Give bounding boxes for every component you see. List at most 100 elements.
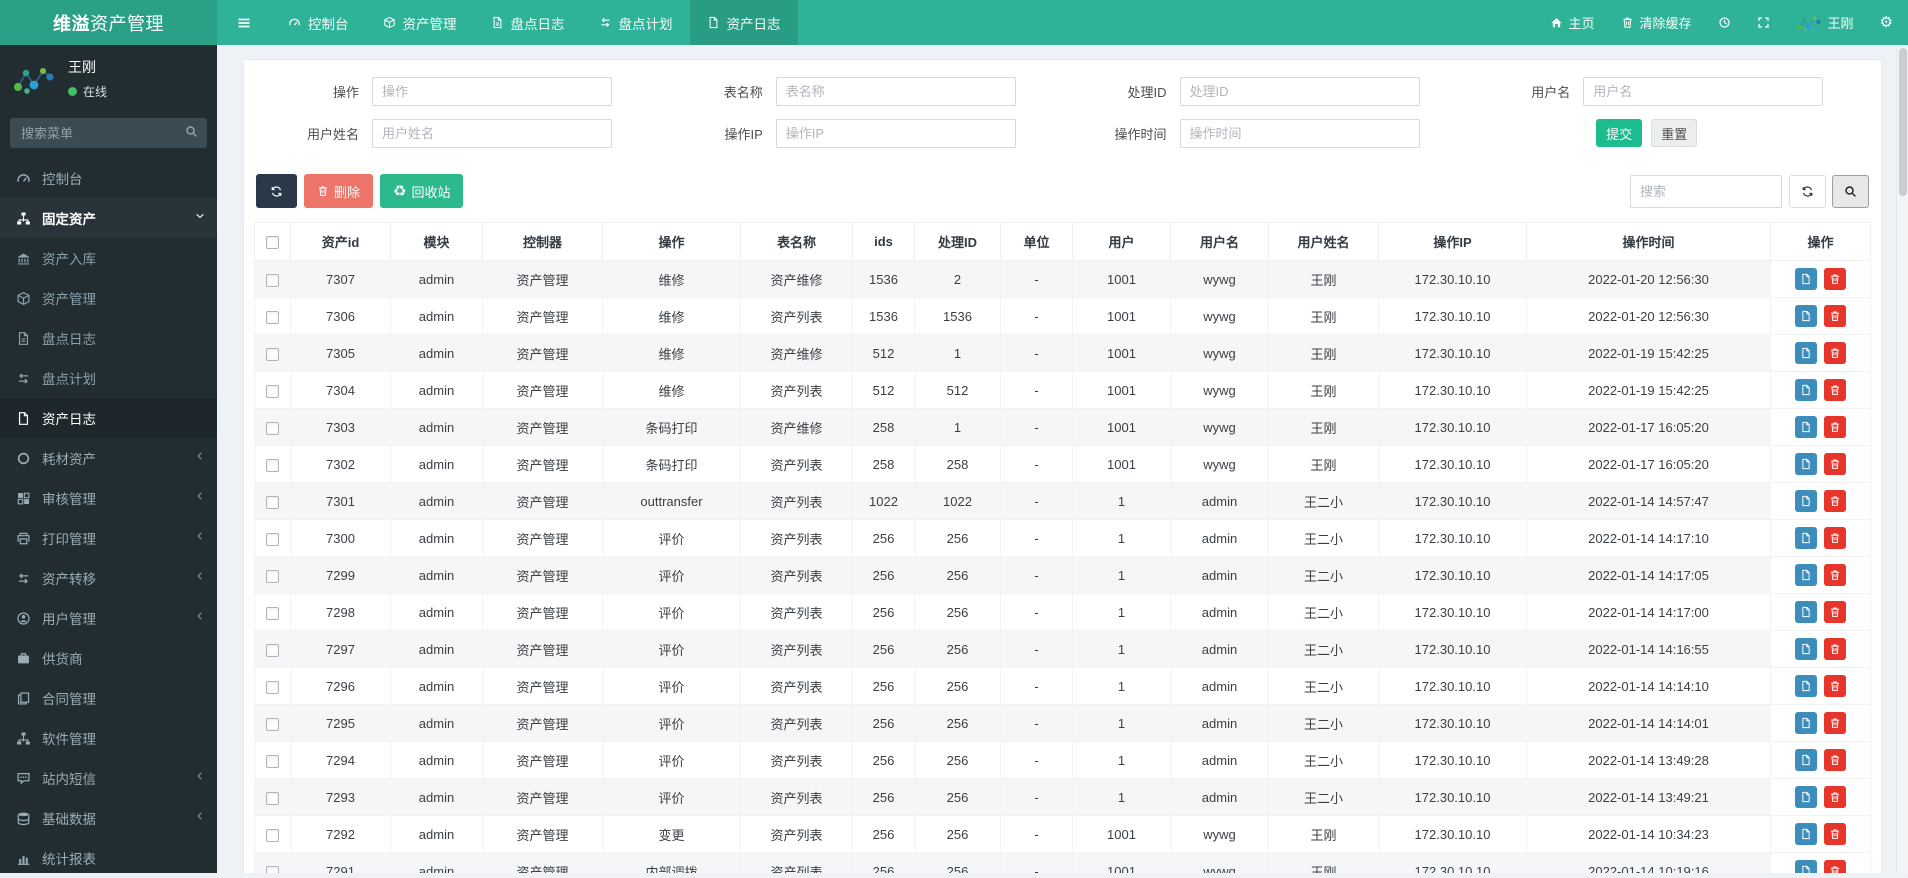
row-detail-button[interactable] [1795,786,1817,808]
row-detail-button[interactable] [1795,675,1817,697]
row-detail-button[interactable] [1795,305,1817,327]
filter-ip-input[interactable] [776,119,1016,148]
row-checkbox[interactable] [266,755,279,768]
sidebar-item-suppliers[interactable]: 供货商 [0,638,217,678]
row-checkbox[interactable] [266,792,279,805]
row-checkbox[interactable] [266,311,279,324]
row-detail-button[interactable] [1795,823,1817,845]
sidebar-search-input[interactable] [10,118,207,148]
reset-button[interactable]: 重置 [1651,119,1697,147]
row-delete-button[interactable] [1824,675,1846,697]
row-checkbox[interactable] [266,422,279,435]
row-checkbox[interactable] [266,533,279,546]
topnav-tab-inventory-plan[interactable]: 盘点计划 [582,0,690,45]
sidebar-item-contracts[interactable]: 合同管理 [0,678,217,718]
sidebar-toggle-button[interactable] [217,0,271,45]
filter-pid-input[interactable] [1180,77,1420,106]
table-refresh-button[interactable] [1789,175,1826,208]
sidebar-item-fixed-assets[interactable]: 固定资产 [0,198,217,238]
filter-action-input[interactable] [372,77,612,106]
row-delete-button[interactable] [1824,453,1846,475]
row-detail-button[interactable] [1795,416,1817,438]
home-link[interactable]: 主页 [1537,0,1608,45]
sidebar-item-dashboard[interactable]: 控制台 [0,158,217,198]
row-delete-button[interactable] [1824,823,1846,845]
sidebar-item-reports[interactable]: 统计报表 [0,838,217,878]
row-detail-button[interactable] [1795,527,1817,549]
row-delete-button[interactable] [1824,527,1846,549]
row-checkbox[interactable] [266,459,279,472]
row-detail-button[interactable] [1795,860,1817,873]
row-delete-button[interactable] [1824,749,1846,771]
scrollbar-thumb[interactable] [1899,48,1907,196]
page-scrollbar[interactable] [1896,45,1908,873]
row-detail-button[interactable] [1795,712,1817,734]
row-delete-button[interactable] [1824,601,1846,623]
user-menu[interactable]: 王刚 [1783,0,1867,45]
row-delete-button[interactable] [1824,342,1846,364]
row-checkbox[interactable] [266,607,279,620]
row-checkbox[interactable] [266,866,279,873]
row-checkbox[interactable] [266,644,279,657]
row-detail-button[interactable] [1795,342,1817,364]
filter-time-input[interactable] [1180,119,1420,148]
sidebar-item-software[interactable]: 软件管理 [0,718,217,758]
row-detail-button[interactable] [1795,268,1817,290]
clear-cache-link[interactable]: 清除缓存 [1608,0,1705,45]
row-checkbox[interactable] [266,496,279,509]
sidebar-item-base-data[interactable]: 基础数据 [0,798,217,838]
settings-button[interactable]: ⚙ [1867,0,1906,45]
row-delete-button[interactable] [1824,305,1846,327]
row-checkbox[interactable] [266,718,279,731]
row-delete-button[interactable] [1824,416,1846,438]
row-checkbox[interactable] [266,570,279,583]
sidebar-item-asset-log[interactable]: 资产日志 [0,398,217,438]
row-delete-button[interactable] [1824,379,1846,401]
topnav-tab-asset-log[interactable]: 资产日志 [690,0,798,45]
fullscreen-button[interactable] [1744,0,1783,45]
row-checkbox[interactable] [266,829,279,842]
row-delete-button[interactable] [1824,564,1846,586]
submit-button[interactable]: 提交 [1596,119,1642,147]
select-all-checkbox[interactable] [266,236,279,249]
sidebar-item-audit[interactable]: 审核管理 [0,478,217,518]
filter-username-input[interactable] [1583,77,1823,106]
sidebar-item-users[interactable]: 用户管理 [0,598,217,638]
sidebar-item-consumables[interactable]: 耗材资产 [0,438,217,478]
row-delete-button[interactable] [1824,490,1846,512]
row-detail-button[interactable] [1795,564,1817,586]
row-checkbox[interactable] [266,274,279,287]
delete-button[interactable]: 删除 [304,174,373,208]
topnav-tab-asset-management[interactable]: 资产管理 [366,0,474,45]
row-detail-button[interactable] [1795,453,1817,475]
row-delete-button[interactable] [1824,268,1846,290]
row-checkbox[interactable] [266,681,279,694]
sidebar-item-messages[interactable]: 站内短信 [0,758,217,798]
filter-table-input[interactable] [776,77,1016,106]
filter-realname-input[interactable] [372,119,612,148]
sidebar-item-inventory-log[interactable]: 盘点日志 [0,318,217,358]
sidebar-item-asset-management[interactable]: 资产管理 [0,278,217,318]
row-delete-button[interactable] [1824,638,1846,660]
row-detail-button[interactable] [1795,749,1817,771]
topnav-tab-inventory-log[interactable]: 盘点日志 [474,0,582,45]
row-checkbox[interactable] [266,348,279,361]
row-delete-button[interactable] [1824,786,1846,808]
row-detail-button[interactable] [1795,490,1817,512]
sidebar-item-asset-transfer[interactable]: 资产转移 [0,558,217,598]
refresh-button[interactable] [256,174,297,208]
table-search-input[interactable] [1630,175,1782,208]
table-search-button[interactable] [1832,175,1869,208]
row-detail-button[interactable] [1795,601,1817,623]
recycle-bin-button[interactable]: ♻回收站 [380,174,463,208]
row-delete-button[interactable] [1824,860,1846,873]
row-delete-button[interactable] [1824,712,1846,734]
sidebar-item-print[interactable]: 打印管理 [0,518,217,558]
history-button[interactable] [1705,0,1744,45]
row-detail-button[interactable] [1795,638,1817,660]
sidebar-item-inventory-plan[interactable]: 盘点计划 [0,358,217,398]
row-checkbox[interactable] [266,385,279,398]
row-detail-button[interactable] [1795,379,1817,401]
sidebar-item-asset-inbound[interactable]: 资产入库 [0,238,217,278]
topnav-tab-dashboard[interactable]: 控制台 [271,0,366,45]
